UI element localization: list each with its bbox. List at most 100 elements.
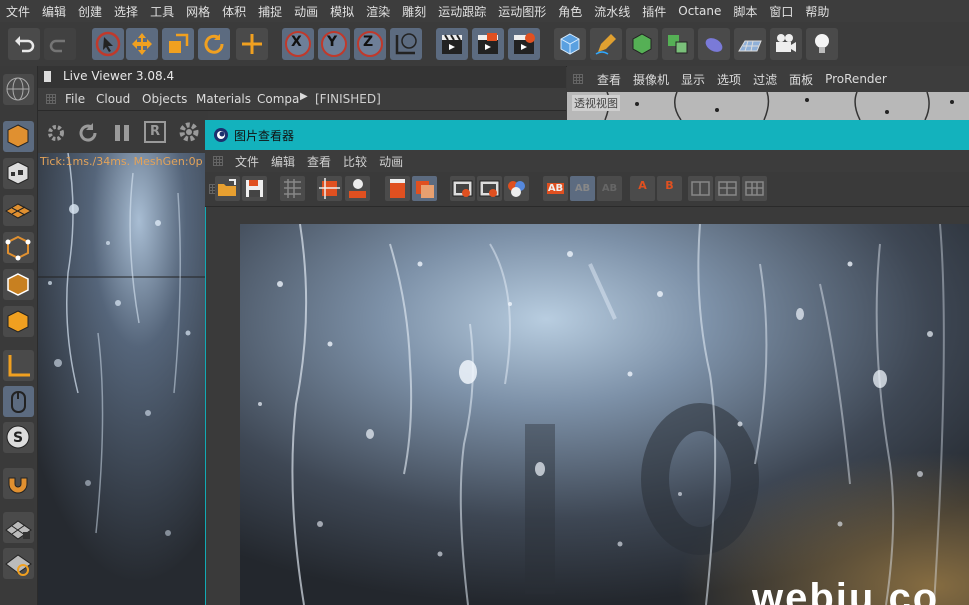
stop-render-button[interactable] (385, 176, 410, 201)
menu-item-17[interactable]: Octane (672, 4, 727, 18)
ab-split-button[interactable]: AB (597, 176, 622, 201)
menu-item-18[interactable]: 脚本 (727, 3, 763, 20)
menu-item-8[interactable]: 动画 (288, 3, 324, 20)
menu-item-19[interactable]: 窗口 (763, 3, 799, 20)
solo-button[interactable]: S (3, 422, 34, 453)
view-a-button[interactable] (450, 176, 475, 201)
camera-button[interactable] (770, 28, 802, 60)
menu-item-7[interactable]: 捕捉 (252, 3, 288, 20)
pen-tool-button[interactable] (590, 28, 622, 60)
points-mode-button[interactable] (3, 232, 34, 263)
save-image-button[interactable] (242, 176, 267, 201)
menu-item-2[interactable]: 创建 (72, 3, 108, 20)
polygons-mode-button[interactable] (3, 306, 34, 337)
pv-menu-item-2[interactable]: 查看 (301, 153, 337, 170)
z-axis-lock-button[interactable]: Z (354, 28, 386, 60)
tweak-mode-button[interactable] (3, 386, 34, 417)
x-axis-lock-button[interactable]: X (282, 28, 314, 60)
menu-item-4[interactable]: 工具 (144, 3, 180, 20)
pv-menu-item-4[interactable]: 动画 (373, 153, 409, 170)
menu-item-16[interactable]: 插件 (636, 3, 672, 20)
menu-item-3[interactable]: 选择 (108, 3, 144, 20)
render-active-button[interactable] (412, 176, 437, 201)
rendered-image[interactable]: webiu.co (240, 224, 969, 605)
viewport-menu-item-3[interactable]: 选项 (711, 71, 747, 88)
cube-object-button[interactable] (554, 28, 586, 60)
set-a-button[interactable]: A (630, 176, 655, 201)
lv-menu-cloud[interactable]: Cloud (96, 92, 130, 106)
redo-button[interactable] (44, 28, 76, 60)
menu-item-1[interactable]: 编辑 (36, 3, 72, 20)
menu-item-5[interactable]: 网格 (180, 3, 216, 20)
set-b-button[interactable]: B (657, 176, 682, 201)
ab-swap-button[interactable]: AB (570, 176, 595, 201)
coordinate-system-button[interactable] (390, 28, 422, 60)
view-b-button[interactable] (477, 176, 502, 201)
menu-item-11[interactable]: 雕刻 (396, 3, 432, 20)
snap-button[interactable] (3, 468, 34, 499)
workplane-button[interactable] (3, 195, 34, 226)
viewport-menu-item-6[interactable]: ProRender (819, 72, 893, 86)
lv-menu-file[interactable]: File (65, 92, 85, 106)
move-tool-button[interactable] (126, 28, 158, 60)
light-button[interactable] (806, 28, 838, 60)
grid-view-button[interactable] (280, 176, 305, 201)
gear-icon[interactable] (176, 119, 202, 145)
region-render-button[interactable]: R (144, 121, 166, 143)
texture-mode-button[interactable] (3, 158, 34, 189)
pv-menu-item-0[interactable]: 文件 (229, 153, 265, 170)
menu-item-9[interactable]: 模拟 (324, 3, 360, 20)
pause-icon[interactable] (110, 121, 134, 145)
make-editable-button[interactable] (3, 74, 34, 105)
edges-mode-button[interactable] (3, 269, 34, 300)
viewport-menu-item-4[interactable]: 过滤 (747, 71, 783, 88)
select-tool-button[interactable] (92, 28, 124, 60)
open-image-button[interactable] (215, 176, 240, 201)
render-view-button[interactable] (436, 28, 468, 60)
transform-tool-button[interactable] (236, 28, 268, 60)
lv-menu-objects[interactable]: Objects (142, 92, 187, 106)
render-to-picture-viewer-button[interactable] (472, 28, 504, 60)
viewport-menu-item-2[interactable]: 显示 (675, 71, 711, 88)
pv-menu-item-3[interactable]: 比较 (337, 153, 373, 170)
layout-3-button[interactable] (742, 176, 767, 201)
menu-item-20[interactable]: 帮助 (799, 3, 835, 20)
axis-mode-button[interactable] (3, 350, 34, 381)
undo-button[interactable] (8, 28, 40, 60)
deformer-button[interactable] (698, 28, 730, 60)
menu-item-6[interactable]: 体积 (216, 3, 252, 20)
viewport-menu-item-0[interactable]: 查看 (591, 71, 627, 88)
layout-1-button[interactable] (688, 176, 713, 201)
restart-icon[interactable] (76, 121, 100, 145)
scale-tool-button[interactable] (162, 28, 194, 60)
floor-button[interactable] (734, 28, 766, 60)
viewport-menu-item-1[interactable]: 摄像机 (627, 71, 675, 88)
pv-menu-item-1[interactable]: 编辑 (265, 153, 301, 170)
lock-workplane-button[interactable] (3, 512, 34, 543)
rotate-tool-button[interactable] (198, 28, 230, 60)
layout-2-button[interactable] (715, 176, 740, 201)
subdivision-button[interactable] (626, 28, 658, 60)
lv-menu-compare[interactable]: Compa (257, 92, 299, 106)
viewport-menu-item-5[interactable]: 面板 (783, 71, 819, 88)
picture-viewer-titlebar[interactable]: 图片查看器 (205, 120, 969, 150)
live-viewer-render[interactable]: Tick:1ms./34ms. MeshGen:0p (38, 153, 206, 605)
y-axis-lock-button[interactable]: Y (318, 28, 350, 60)
array-button[interactable] (662, 28, 694, 60)
model-mode-button[interactable] (3, 121, 34, 152)
render-region-button[interactable] (317, 176, 342, 201)
menu-item-13[interactable]: 运动图形 (492, 3, 552, 20)
menu-item-10[interactable]: 渲染 (360, 3, 396, 20)
planar-workplane-button[interactable] (3, 548, 34, 579)
settings-gear-icon[interactable] (44, 121, 68, 145)
menu-item-12[interactable]: 运动跟踪 (432, 3, 492, 20)
menu-item-15[interactable]: 流水线 (588, 3, 636, 20)
lv-menu-materials[interactable]: Materials (196, 92, 251, 106)
menu-item-14[interactable]: 角色 (552, 3, 588, 20)
menu-item-0[interactable]: 文件 (0, 3, 36, 20)
render-queue-button[interactable] (345, 176, 370, 201)
compare-channels-button[interactable] (504, 176, 529, 201)
render-settings-button[interactable] (508, 28, 540, 60)
perspective-viewport[interactable]: 透视视图 (567, 92, 969, 120)
ab-compare-button[interactable]: AB (543, 176, 568, 201)
